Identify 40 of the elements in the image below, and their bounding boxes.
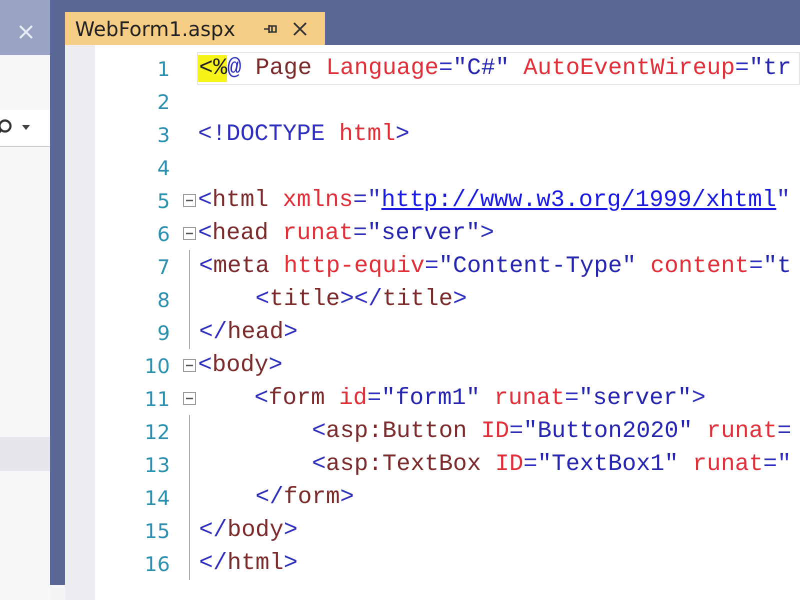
collapse-icon[interactable] xyxy=(183,227,196,240)
link[interactable]: http://www.w3.org/1999/xhtml xyxy=(381,187,776,214)
caret-icon[interactable] xyxy=(22,125,30,131)
line-number: 5 xyxy=(156,188,170,212)
code-line: </head> xyxy=(199,319,298,346)
code-line: <form id="form1" runat="server"> xyxy=(253,385,706,412)
pin-icon[interactable] xyxy=(263,22,280,34)
line-number: 1 xyxy=(156,56,170,80)
code-line: <!DOCTYPE html> xyxy=(198,121,410,148)
line-number: 12 xyxy=(144,420,170,444)
code-line: <head runat="server"> xyxy=(198,220,494,247)
code-line: <meta http-equiv="Content-Type" content="t xyxy=(199,253,792,280)
line-number: 2 xyxy=(156,90,170,114)
search-field[interactable] xyxy=(0,110,50,147)
close-icon[interactable] xyxy=(293,22,308,36)
code-line: <title></title> xyxy=(254,286,467,313)
line-number: 6 xyxy=(156,222,170,246)
line-number: 14 xyxy=(144,486,170,510)
code-line: <asp:TextBox ID="TextBox1" runat=" xyxy=(310,451,792,478)
collapse-icon[interactable] xyxy=(183,194,196,207)
line-number: 7 xyxy=(156,254,170,278)
collapse-icon[interactable] xyxy=(183,392,196,405)
line-number: 8 xyxy=(156,288,170,312)
line-number: 9 xyxy=(156,320,170,344)
code-line: </body> xyxy=(199,517,298,544)
list-row-highlight xyxy=(0,437,50,471)
line-number: 11 xyxy=(144,386,170,410)
line-number: 13 xyxy=(144,452,170,476)
code-line: </form> xyxy=(254,484,354,511)
line-number: 15 xyxy=(144,518,170,542)
line-number: 3 xyxy=(156,122,170,146)
file-tab[interactable]: WebForm1.aspx xyxy=(65,12,326,45)
line-number: 4 xyxy=(156,156,170,180)
code-line: <html xmlns="http://www.w3.org/1999/xhtml" xyxy=(198,187,790,214)
code-line: </html> xyxy=(199,550,298,577)
code-line: <asp:Button ID="Button2020" runat= xyxy=(310,418,792,445)
line-number: 16 xyxy=(144,552,170,576)
code-line: <body> xyxy=(198,352,283,379)
collapse-icon[interactable] xyxy=(183,359,196,372)
line-number: 10 xyxy=(144,354,170,378)
